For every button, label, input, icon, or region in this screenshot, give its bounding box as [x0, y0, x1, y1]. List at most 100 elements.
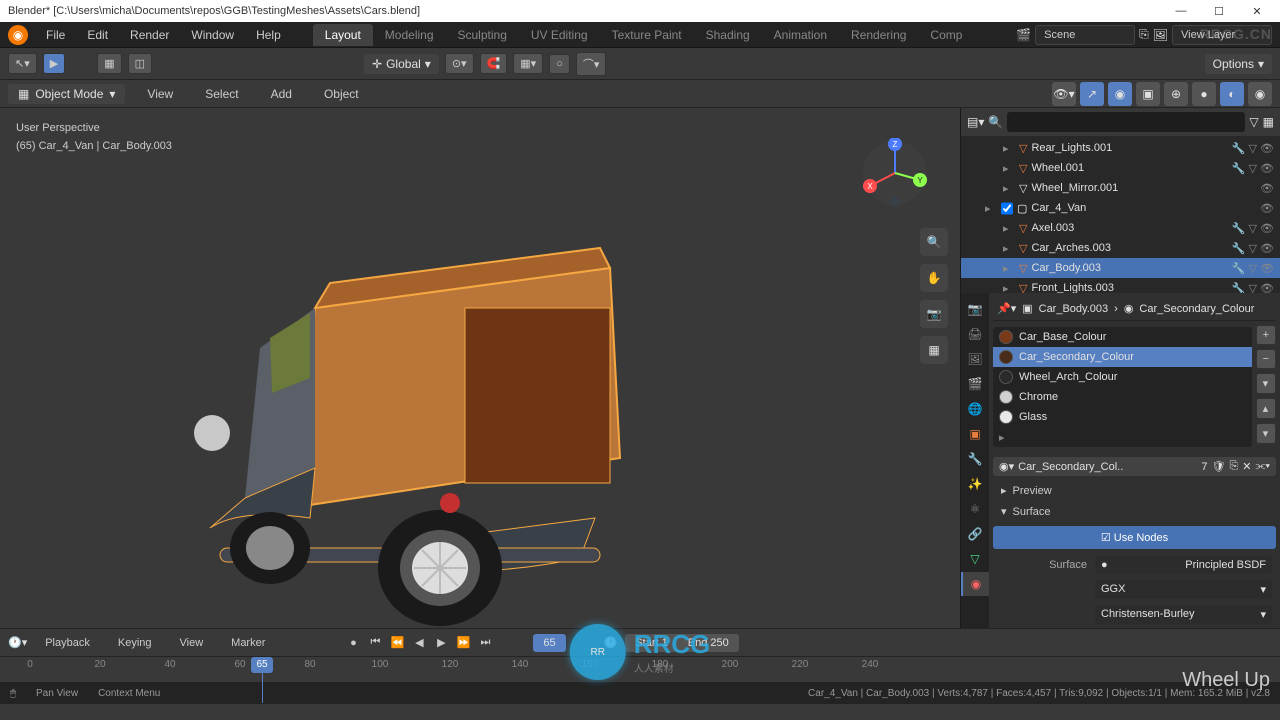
file-menu[interactable]: File [36, 24, 75, 46]
playback-menu[interactable]: Playback [35, 633, 100, 653]
view-menu-3d[interactable]: View [137, 83, 183, 105]
select-tool[interactable]: ▶ [43, 53, 65, 74]
render-menu[interactable]: Render [120, 24, 179, 46]
select-mode-icon[interactable]: ▦ [97, 53, 121, 74]
select-menu-3d[interactable]: Select [195, 83, 248, 105]
tab-world[interactable]: 🌐 [961, 397, 989, 421]
nodetree-icon[interactable]: ⫘▾ [1255, 460, 1270, 473]
viewlayer-icon[interactable]: 🖼 [1153, 28, 1168, 42]
overlays-icon[interactable]: ◉ [1108, 82, 1132, 106]
tab-render[interactable]: 📷 [961, 297, 989, 321]
tab-particles[interactable]: ✨ [961, 472, 989, 496]
outliner-item[interactable]: ▸▽Wheel.001🔧 ▽ 👁 [961, 158, 1280, 178]
jump-start-icon[interactable]: ⏮ [365, 633, 385, 653]
scene-new-icon[interactable]: ⎘ [1139, 27, 1149, 42]
scene-name-input[interactable] [1035, 25, 1135, 45]
edit-menu[interactable]: Edit [77, 24, 118, 46]
timeline-view-menu[interactable]: View [170, 633, 214, 653]
pivot-dropdown[interactable]: ⊙▾ [445, 53, 474, 74]
outliner-item[interactable]: ▸▽Rear_Lights.001🔧 ▽ 👁 [961, 138, 1280, 158]
outliner-search-input[interactable] [1007, 112, 1245, 132]
snap-toggle[interactable]: 🧲 [480, 53, 508, 74]
playhead[interactable]: 65 [251, 657, 273, 673]
end-frame-input[interactable]: 250 [710, 637, 728, 649]
marker-menu[interactable]: Marker [221, 633, 275, 653]
material-slot[interactable]: Glass [993, 407, 1252, 427]
play-icon[interactable]: ▶ [431, 633, 451, 653]
shading-rendered-icon[interactable]: ◉ [1248, 82, 1272, 106]
subsurface-method-dropdown[interactable]: Christensen-Burley▾ [1095, 605, 1272, 624]
material-slot[interactable]: Wheel_Arch_Colour [993, 367, 1252, 387]
tab-modifiers[interactable]: 🔧 [961, 447, 989, 471]
help-menu[interactable]: Help [246, 24, 291, 46]
material-users[interactable]: 7 [1201, 461, 1207, 473]
tab-physics[interactable]: ⚛ [961, 497, 989, 521]
outliner-display-mode-icon[interactable]: ▤▾ [967, 115, 984, 129]
move-down-icon[interactable]: ▾ [1256, 423, 1276, 444]
window-menu[interactable]: Window [181, 24, 244, 46]
object-menu-3d[interactable]: Object [314, 83, 369, 105]
proportional-falloff[interactable]: ⌒▾ [576, 52, 607, 76]
pan-tool-icon[interactable]: ✋ [920, 264, 948, 292]
transform-orientation[interactable]: ✛Global▾ [364, 54, 439, 74]
jump-prev-key-icon[interactable]: ⏪ [387, 633, 407, 653]
outliner-item[interactable]: ▸▽Car_Arches.003🔧 ▽ 👁 [961, 238, 1280, 258]
outliner-item[interactable]: ▸▽Car_Body.003🔧 ▽ 👁 [961, 258, 1280, 278]
material-slot[interactable]: Car_Secondary_Colour [993, 347, 1252, 367]
outliner-item[interactable]: ▸▽Front_Lights.003🔧 ▽ 👁 [961, 278, 1280, 293]
outliner-item[interactable]: ▸▽Wheel_Mirror.001👁 [961, 178, 1280, 198]
mode-select[interactable]: ▦Object Mode▾ [8, 84, 125, 104]
shading-wire-icon[interactable]: ⊕ [1164, 82, 1188, 106]
tab-sculpting[interactable]: Sculpting [446, 24, 519, 46]
show-gizmo-icon[interactable]: ↗ [1080, 82, 1104, 106]
zoom-tool-icon[interactable]: 🔍 [920, 228, 948, 256]
filter-icon[interactable]: ▽ [1249, 115, 1258, 129]
tab-object[interactable]: ▣ [961, 422, 989, 446]
distribution-dropdown[interactable]: GGX▾ [1095, 580, 1272, 599]
autokey-icon[interactable]: ● [343, 633, 363, 653]
add-menu-3d[interactable]: Add [261, 83, 302, 105]
breadcrumb-pin-icon[interactable]: 📌▾ [997, 302, 1016, 315]
material-slot[interactable]: Car_Base_Colour [993, 327, 1252, 347]
tab-rendering[interactable]: Rendering [839, 24, 918, 46]
outliner-item[interactable]: ▸▢Car_4_Van👁 [961, 198, 1280, 218]
tab-modeling[interactable]: Modeling [373, 24, 446, 46]
tab-texture-paint[interactable]: Texture Paint [600, 24, 694, 46]
tab-constraints[interactable]: 🔗 [961, 522, 989, 546]
scene-icon[interactable]: 🎬 [1016, 28, 1031, 42]
view-object-types-icon[interactable]: 👁▾ [1052, 82, 1076, 106]
tab-material[interactable]: ◉ [961, 572, 989, 596]
timeline-editor-icon[interactable]: 🕐▾ [8, 636, 27, 649]
preview-panel-header[interactable]: ▸Preview [993, 480, 1276, 501]
keying-menu[interactable]: Keying [108, 633, 162, 653]
current-frame-input[interactable]: 65 [533, 634, 565, 652]
use-nodes-button[interactable]: ☑ Use Nodes [993, 526, 1276, 549]
perspective-toggle-icon[interactable]: ▦ [920, 336, 948, 364]
jump-next-key-icon[interactable]: ⏩ [453, 633, 473, 653]
options-dropdown[interactable]: Options▾ [1205, 54, 1272, 74]
tab-animation[interactable]: Animation [762, 24, 839, 46]
xray-icon[interactable]: ▣ [1136, 82, 1160, 106]
shading-material-icon[interactable]: ◐ [1220, 82, 1244, 106]
close-button[interactable]: ✕ [1242, 5, 1272, 18]
tab-output[interactable]: 🖨 [961, 322, 989, 346]
tab-data[interactable]: ▽ [961, 547, 989, 571]
fake-user-icon[interactable]: 🛡 [1211, 460, 1225, 473]
tab-compositing[interactable]: Comp [918, 24, 974, 46]
new-material-icon[interactable]: ⎘ [1229, 460, 1238, 473]
surface-shader-dropdown[interactable]: ●Principled BSDF [1095, 556, 1272, 574]
minimize-button[interactable]: — [1166, 5, 1196, 18]
tab-viewlayer[interactable]: 🖼 [961, 347, 989, 371]
new-collection-icon[interactable]: ▦ [1263, 115, 1274, 129]
material-slot[interactable]: Chrome [993, 387, 1252, 407]
navigation-gizmo[interactable]: Z X Y [860, 138, 930, 208]
material-browse-icon[interactable]: ◉▾ [999, 460, 1014, 473]
material-specials-icon[interactable]: ▾ [1256, 373, 1276, 394]
material-name-input[interactable]: Car_Secondary_Col.. [1018, 461, 1197, 473]
surface-panel-header[interactable]: ▾Surface [993, 501, 1276, 522]
tab-scene[interactable]: 🎬 [961, 372, 989, 396]
shading-solid-icon[interactable]: ● [1192, 82, 1216, 106]
proportional-edit[interactable]: ○ [549, 54, 570, 74]
tab-shading[interactable]: Shading [694, 24, 762, 46]
move-up-icon[interactable]: ▴ [1256, 398, 1276, 419]
